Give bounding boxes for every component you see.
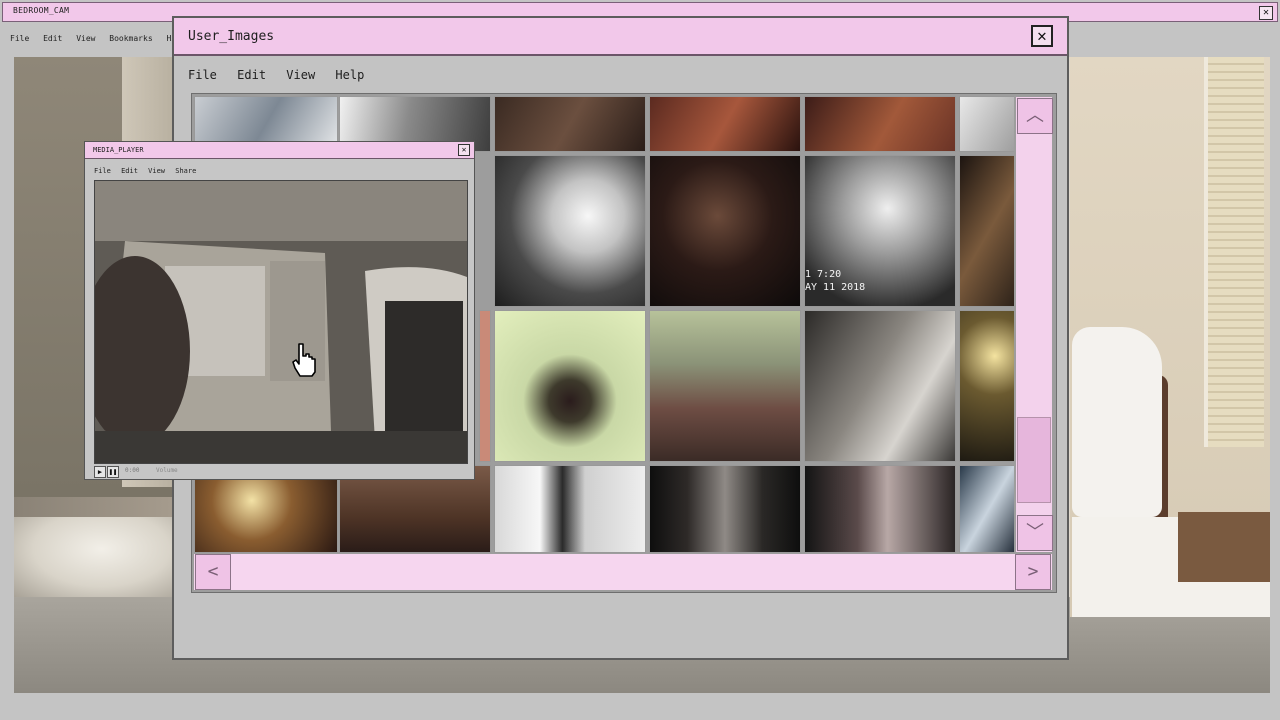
image-thumbnail[interactable]	[649, 310, 801, 462]
bedroom-cam-menu-edit[interactable]: Edit	[43, 34, 62, 43]
room-nightstand	[1178, 512, 1270, 582]
play-button[interactable]: ▶	[94, 466, 106, 478]
volume-label[interactable]: Volume	[156, 467, 178, 474]
horizontal-scrollbar[interactable]: < >	[194, 554, 1052, 590]
image-thumbnail[interactable]	[959, 155, 1014, 307]
room-rug	[14, 517, 189, 597]
image-thumbnail[interactable]	[959, 96, 1014, 152]
chevron-right-icon: >	[1027, 561, 1039, 582]
media-player-title: MEDIA_PLAYER	[93, 146, 144, 154]
bedroom-cam-menu-file[interactable]: File	[10, 34, 29, 43]
vertical-scroll-thumb[interactable]	[1017, 417, 1051, 503]
scroll-up-button[interactable]: ︿	[1017, 98, 1053, 134]
user-images-menu-help[interactable]: Help	[335, 68, 364, 82]
image-thumbnail[interactable]	[804, 310, 956, 462]
media-player-controls: ▶ ❚❚ 0:00 Volume	[94, 466, 466, 478]
user-images-menu-edit[interactable]: Edit	[237, 68, 266, 82]
media-player-menu-file[interactable]: File	[94, 167, 111, 175]
pause-icon: ❚❚	[108, 468, 118, 476]
room-pillow	[1072, 327, 1162, 517]
image-thumbnail[interactable]: 1 7:20 AY 11 2018	[804, 155, 956, 307]
image-thumbnail[interactable]	[494, 310, 646, 462]
user-images-menu-view[interactable]: View	[286, 68, 315, 82]
image-thumbnail[interactable]	[804, 96, 956, 152]
media-player-menu-view[interactable]: View	[148, 167, 165, 175]
media-player-menu-bar: File Edit View Share	[94, 167, 202, 175]
image-thumbnail[interactable]	[804, 465, 956, 553]
pause-button[interactable]: ❚❚	[107, 466, 119, 478]
image-thumbnail[interactable]	[649, 96, 801, 152]
user-images-menu-bar: File Edit View Help	[188, 68, 377, 82]
timestamp-date: AY 11 2018	[805, 282, 866, 293]
user-images-close-button[interactable]: ✕	[1031, 25, 1053, 47]
scroll-left-button[interactable]: <	[195, 554, 231, 590]
timestamp-overlay: 1 7:20 AY 11 2018	[805, 268, 865, 294]
bedroom-cam-close-button[interactable]: ✕	[1259, 6, 1273, 20]
image-thumbnail[interactable]	[494, 155, 646, 307]
bedroom-cam-menu-bookmarks[interactable]: Bookmarks	[109, 34, 152, 43]
vertical-scrollbar[interactable]: ︿ ﹀	[1016, 97, 1053, 552]
hand-pointer-icon	[292, 343, 316, 377]
chevron-left-icon: <	[207, 561, 219, 582]
image-thumbnail[interactable]	[649, 155, 801, 307]
video-frame[interactable]	[94, 180, 468, 464]
media-player-menu-share[interactable]: Share	[175, 167, 196, 175]
scroll-down-button[interactable]: ﹀	[1017, 515, 1053, 551]
media-player-window: MEDIA_PLAYER ✕ File Edit View Share ▶ ❚❚…	[84, 141, 475, 480]
chevron-down-icon: ﹀	[1026, 522, 1044, 543]
image-thumbnail[interactable]	[494, 96, 646, 152]
media-player-title-bar[interactable]: MEDIA_PLAYER ✕	[85, 142, 474, 159]
chevron-up-icon: ︿	[1026, 105, 1044, 126]
car-window-video-still	[95, 181, 467, 463]
play-icon: ▶	[97, 468, 103, 476]
playback-time: 0:00	[125, 467, 140, 474]
room-window-blinds	[1204, 57, 1264, 447]
timestamp-time: 1 7:20	[805, 269, 842, 280]
image-thumbnail[interactable]	[959, 310, 1014, 462]
user-images-title: User_Images	[188, 29, 275, 44]
media-player-menu-edit[interactable]: Edit	[121, 167, 138, 175]
scroll-right-button[interactable]: >	[1015, 554, 1051, 590]
image-thumbnail[interactable]	[479, 310, 491, 462]
image-thumbnail[interactable]	[959, 465, 1014, 553]
image-thumbnail[interactable]	[494, 465, 646, 553]
media-player-close-button[interactable]: ✕	[458, 144, 470, 156]
user-images-title-bar[interactable]: User_Images ✕	[174, 18, 1067, 56]
bedroom-cam-menu-view[interactable]: View	[76, 34, 95, 43]
user-images-menu-file[interactable]: File	[188, 68, 217, 82]
image-thumbnail[interactable]	[649, 465, 801, 553]
bedroom-cam-title: BEDROOM_CAM	[13, 6, 70, 15]
